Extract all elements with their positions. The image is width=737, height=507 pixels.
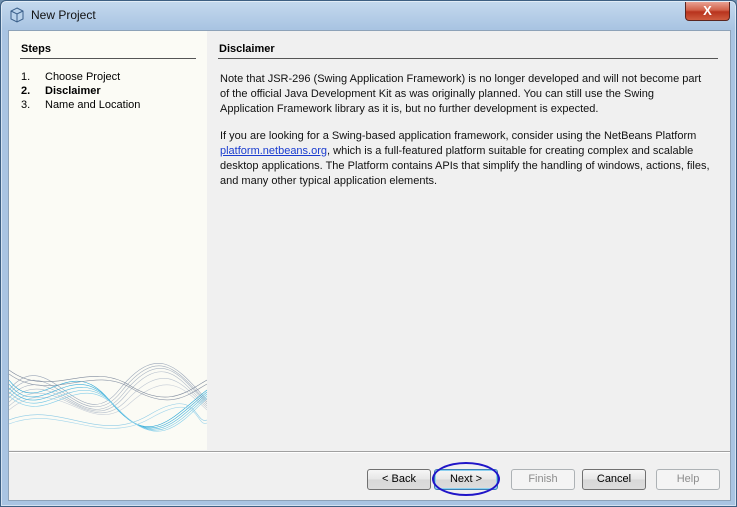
step-item-disclaimer: 2. Disclaimer	[21, 85, 101, 97]
content-heading: Disclaimer	[219, 43, 275, 55]
platform-link[interactable]: platform.netbeans.org	[220, 145, 327, 157]
platform-paragraph: If you are looking for a Swing-based app…	[220, 129, 710, 189]
back-button[interactable]: < Back	[367, 469, 431, 490]
content-divider	[218, 58, 718, 59]
step-item-choose-project: 1. Choose Project	[21, 71, 120, 83]
step-number: 2.	[21, 85, 31, 97]
cancel-button[interactable]: Cancel	[582, 469, 646, 490]
step-label: Disclaimer	[45, 85, 101, 97]
finish-button: Finish	[511, 469, 575, 490]
step-label: Name and Location	[45, 99, 141, 111]
step-number: 3.	[21, 99, 31, 111]
window-title: New Project	[31, 8, 96, 22]
dialog-body: Steps 1. Choose Project 2. Disclaimer 3. Na…	[8, 30, 731, 501]
netbeans-cube-icon	[10, 7, 24, 23]
steps-panel: Steps 1. Choose Project 2. Disclaimer 3. Na…	[9, 31, 207, 450]
help-button: Help	[656, 469, 720, 490]
content-panel: Disclaimer Note that JSR-296 (Swing Appl…	[207, 31, 730, 450]
new-project-dialog: New Project X Steps 1. Choose Project 2. D…	[0, 0, 737, 507]
disclaimer-paragraph: Note that JSR-296 (Swing Application Fra…	[220, 73, 702, 115]
title-bar[interactable]: New Project X	[1, 1, 736, 31]
button-bar-divider-highlight	[9, 452, 730, 453]
decorative-waves-image	[9, 363, 207, 432]
step-item-name-and-location: 3. Name and Location	[21, 99, 140, 111]
step-label: Choose Project	[45, 71, 121, 83]
steps-divider	[20, 58, 196, 59]
steps-heading: Steps	[21, 43, 51, 55]
next-button-highlight-ring	[432, 462, 500, 496]
close-button[interactable]: X	[685, 2, 730, 21]
step-number: 1.	[21, 71, 31, 83]
platform-text-before: If you are looking for a Swing-based app…	[220, 130, 697, 142]
